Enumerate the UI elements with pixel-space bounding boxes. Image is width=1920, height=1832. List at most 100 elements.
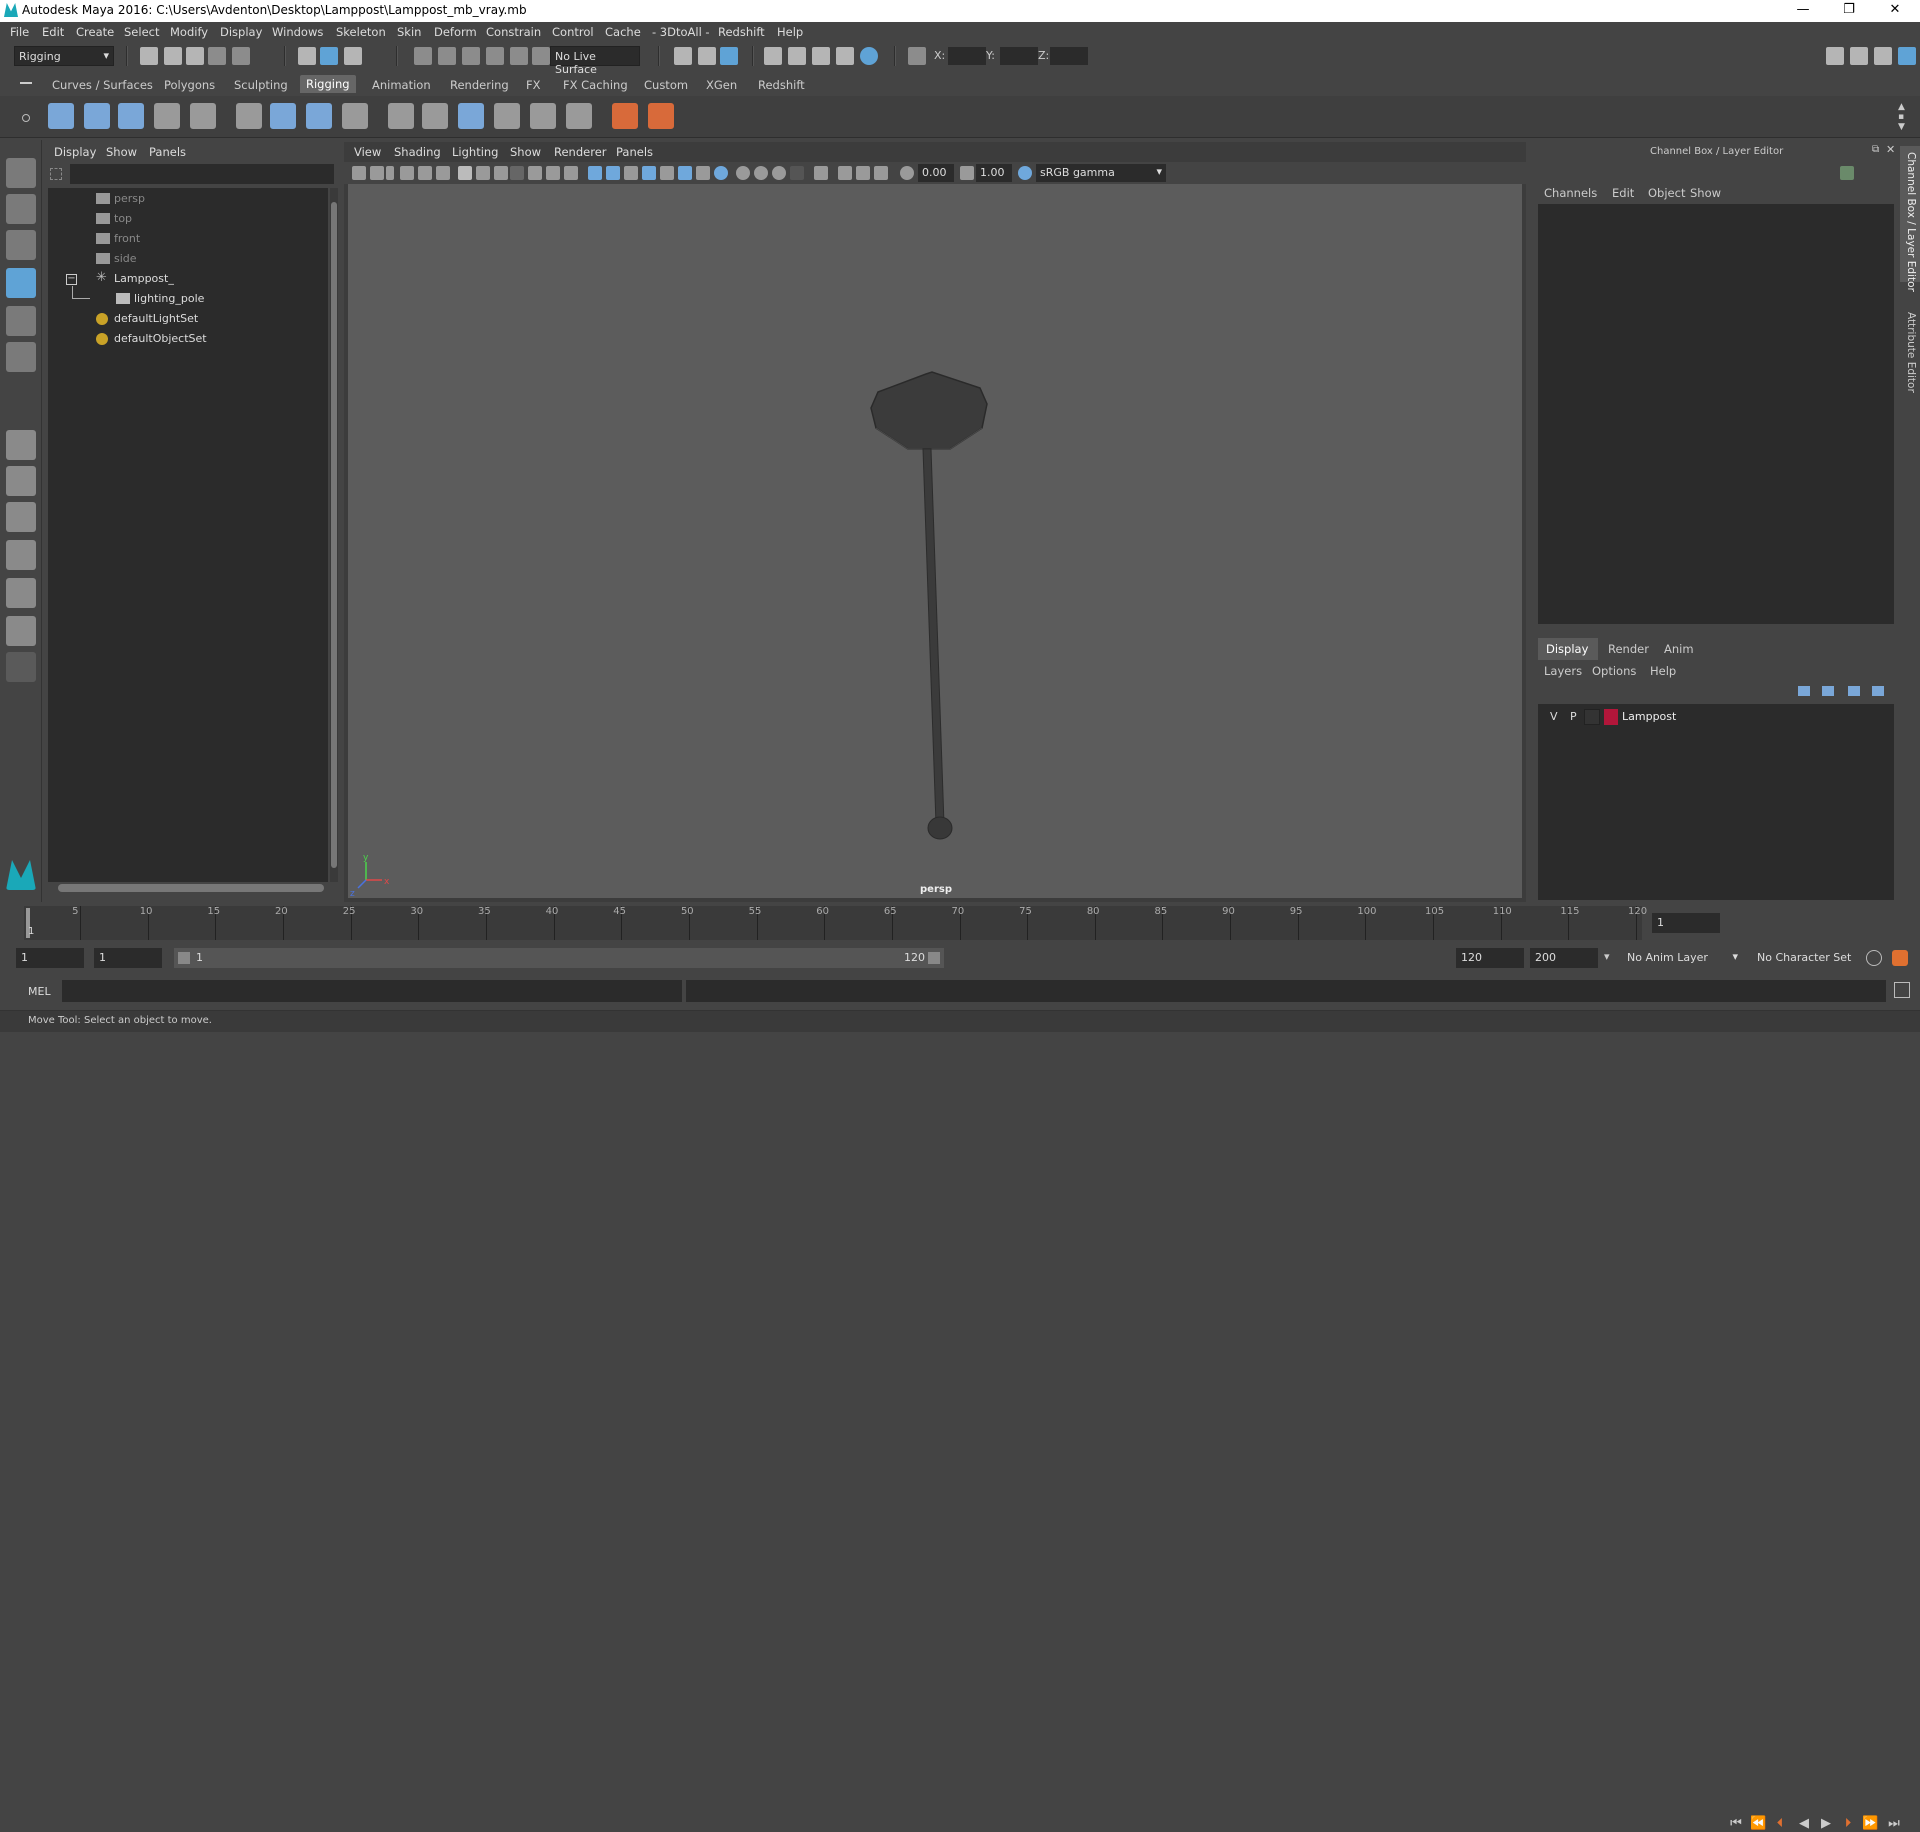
time-slider-track[interactable]	[24, 906, 1642, 940]
depth-of-field-icon[interactable]	[790, 166, 804, 180]
outliner-horizontal-scrollbar[interactable]	[58, 884, 324, 892]
viewport-menu-show[interactable]: Show	[510, 145, 541, 159]
render-settings-icon[interactable]	[836, 47, 854, 65]
camera-attributes-icon[interactable]	[370, 166, 384, 180]
y-field[interactable]	[1000, 47, 1038, 65]
render-view-icon[interactable]	[764, 47, 782, 65]
side-tab-attribute-editor[interactable]: Attribute Editor	[1905, 312, 1917, 393]
resolution-gate-icon[interactable]	[494, 166, 508, 180]
tab-xgen[interactable]: XGen	[706, 78, 737, 92]
new-empty-layer-icon[interactable]	[1848, 686, 1860, 696]
layer-visibility-toggle[interactable]: V	[1550, 710, 1558, 723]
snap-view-icon[interactable]	[486, 47, 504, 65]
pole-vector-icon[interactable]	[566, 103, 592, 129]
menu-skin[interactable]: Skin	[397, 25, 421, 39]
layers-menu[interactable]: Layers	[1544, 664, 1582, 678]
tab-rendering[interactable]: Rendering	[450, 78, 509, 92]
isolate-select-icon[interactable]	[814, 166, 828, 180]
tab-custom[interactable]: Custom	[644, 78, 688, 92]
menu-deform[interactable]: Deform	[434, 25, 477, 39]
filter-icon[interactable]	[50, 168, 62, 180]
live-surface-field[interactable]: No Live Surface	[550, 46, 640, 76]
joint-tool-icon[interactable]	[48, 103, 74, 129]
auto-key-icon[interactable]	[1866, 950, 1882, 966]
xray-icon[interactable]	[678, 166, 692, 180]
current-frame-field[interactable]: 1	[1652, 913, 1720, 933]
outliner-vertical-scrollbar[interactable]	[330, 188, 338, 882]
outliner-menu-panels[interactable]: Panels	[149, 145, 186, 159]
tab-fx[interactable]: FX	[526, 78, 541, 92]
set-driven-key-icon[interactable]	[648, 103, 674, 129]
collapse-icon[interactable]: −	[66, 274, 77, 285]
tab-polygons[interactable]: Polygons	[164, 78, 215, 92]
shelf-scroll-icon[interactable]: ▲ ▪ ▼	[1898, 102, 1905, 132]
step-forward-key-icon[interactable]: ⏩	[1862, 1816, 1878, 1832]
humanik-icon[interactable]	[190, 103, 216, 129]
menu-edit[interactable]: Edit	[42, 25, 64, 39]
close-button[interactable]: ✕	[1872, 0, 1918, 22]
graph-persp-layout-icon[interactable]	[6, 578, 36, 608]
hypershade-icon[interactable]	[860, 47, 878, 65]
command-input[interactable]	[62, 980, 682, 1002]
layer-name[interactable]: Lamppost	[1622, 710, 1676, 723]
animation-start-field[interactable]: 1	[16, 948, 84, 968]
script-editor-icon[interactable]	[1894, 982, 1910, 998]
redo-icon[interactable]	[232, 47, 250, 65]
menu-3dtoall[interactable]: - 3DtoAll -	[652, 25, 710, 39]
menu-file[interactable]: File	[10, 25, 29, 39]
range-bar[interactable]: 1 120	[174, 948, 944, 968]
layer-playback-toggle[interactable]: P	[1570, 710, 1577, 723]
exposure-icon[interactable]	[900, 166, 914, 180]
float-panel-icon[interactable]: ⧉	[1872, 144, 1879, 155]
rotate-tool-icon[interactable]	[6, 306, 36, 336]
animation-end-field[interactable]: 200	[1530, 948, 1598, 968]
go-to-start-icon[interactable]: ⏮	[1728, 1816, 1744, 1832]
transform-mode-icon[interactable]	[908, 47, 926, 65]
textured-icon[interactable]	[660, 166, 674, 180]
single-pane-layout-icon[interactable]	[6, 430, 36, 460]
menu-set-dropdown[interactable]: Rigging ▾	[14, 46, 114, 66]
step-back-frame-icon[interactable]: ⏴	[1772, 1816, 1788, 1832]
select-hierarchy-icon[interactable]	[298, 47, 316, 65]
grease-pencil-icon[interactable]	[436, 166, 450, 180]
outliner-search-input[interactable]	[70, 164, 334, 184]
bind-skin-icon[interactable]	[236, 103, 262, 129]
step-back-key-icon[interactable]: ⏪	[1750, 1816, 1766, 1832]
show-menu[interactable]: Show	[1690, 186, 1721, 200]
axis-orientation-icon[interactable]	[1840, 166, 1854, 180]
command-language-label[interactable]: MEL	[28, 985, 51, 998]
viewport-menu-lighting[interactable]: Lighting	[452, 145, 498, 159]
move-layer-up-icon[interactable]	[1798, 686, 1810, 696]
menu-control[interactable]: Control	[552, 25, 594, 39]
render-frame-icon[interactable]	[788, 47, 806, 65]
locator-icon[interactable]	[612, 103, 638, 129]
safe-action-icon[interactable]	[546, 166, 560, 180]
tab-curves-surfaces[interactable]: Curves / Surfaces	[52, 78, 153, 92]
scrollbar-thumb[interactable]	[331, 202, 337, 868]
parent-constraint-icon[interactable]	[388, 103, 414, 129]
playback-start-field[interactable]: 1	[94, 948, 162, 968]
menu-select[interactable]: Select	[124, 25, 159, 39]
xray-active-components-icon[interactable]	[856, 166, 870, 180]
construction-history-icon[interactable]	[720, 47, 738, 65]
animation-preferences-icon[interactable]	[1892, 950, 1908, 966]
cluster-icon[interactable]	[342, 103, 368, 129]
viewport-menu-renderer[interactable]: Renderer	[554, 145, 607, 159]
chevron-down-icon[interactable]: ▾	[1604, 950, 1610, 963]
view-transform-dropdown[interactable]: sRGB gamma ▾	[1036, 164, 1166, 182]
viewport-menu-view[interactable]: View	[354, 145, 381, 159]
range-end-handle[interactable]	[928, 952, 940, 964]
lamppost-model[interactable]	[870, 371, 988, 840]
menu-modify[interactable]: Modify	[170, 25, 208, 39]
playback-end-field[interactable]: 120	[1456, 948, 1524, 968]
channel-box-icon[interactable]	[1898, 47, 1916, 65]
menu-display[interactable]: Display	[220, 25, 262, 39]
motion-blur-icon[interactable]	[754, 166, 768, 180]
move-tool-icon[interactable]	[6, 268, 36, 298]
custom-layout-icon[interactable]	[6, 652, 36, 682]
menu-help[interactable]: Help	[777, 25, 803, 39]
exposure-field[interactable]: 0.00	[918, 164, 954, 182]
tab-animation[interactable]: Animation	[372, 78, 431, 92]
menu-skeleton[interactable]: Skeleton	[336, 25, 386, 39]
orient-constraint-icon[interactable]	[458, 103, 484, 129]
